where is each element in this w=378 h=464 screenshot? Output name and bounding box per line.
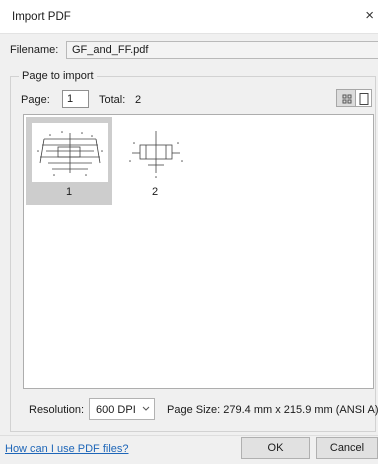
single-page-icon xyxy=(359,93,369,105)
page-thumbnail-2[interactable]: 2 xyxy=(112,117,198,205)
page-preview-image xyxy=(118,123,194,182)
thumbnail-list[interactable]: 1 2 xyxy=(23,114,374,389)
title-bar: Import PDF × xyxy=(0,0,378,34)
help-link[interactable]: How can I use PDF files? xyxy=(5,443,129,455)
cancel-button[interactable]: Cancel xyxy=(316,437,378,459)
close-icon[interactable]: × xyxy=(365,7,374,25)
grid-view-icon xyxy=(342,94,352,104)
group-caption: Page to import xyxy=(19,69,97,83)
page-label: Page: xyxy=(21,94,50,106)
resolution-value: 600 DPI xyxy=(96,404,136,416)
chevron-down-icon xyxy=(142,406,150,411)
ok-button[interactable]: OK xyxy=(241,437,310,459)
footer-divider xyxy=(0,435,378,436)
grid-view-button[interactable] xyxy=(336,89,356,107)
single-page-view-button[interactable] xyxy=(356,89,372,107)
dialog-title: Import PDF xyxy=(12,11,71,23)
filename-field: GF_and_FF.pdf xyxy=(66,41,378,59)
total-value: 2 xyxy=(135,94,142,106)
page-number-label: 1 xyxy=(65,186,73,198)
page-preview-image xyxy=(32,123,108,182)
page-number-input[interactable]: 1 xyxy=(62,90,89,108)
resolution-label: Resolution: xyxy=(29,404,85,416)
filename-label: Filename: xyxy=(10,44,59,56)
total-label: Total: xyxy=(99,94,126,106)
resolution-dropdown[interactable]: 600 DPI xyxy=(89,398,155,420)
page-size-info: Page Size: 279.4 mm x 215.9 mm (ANSI A) xyxy=(167,404,378,416)
page-thumbnail-1[interactable]: 1 xyxy=(26,117,112,205)
page-number-label: 2 xyxy=(151,186,159,198)
